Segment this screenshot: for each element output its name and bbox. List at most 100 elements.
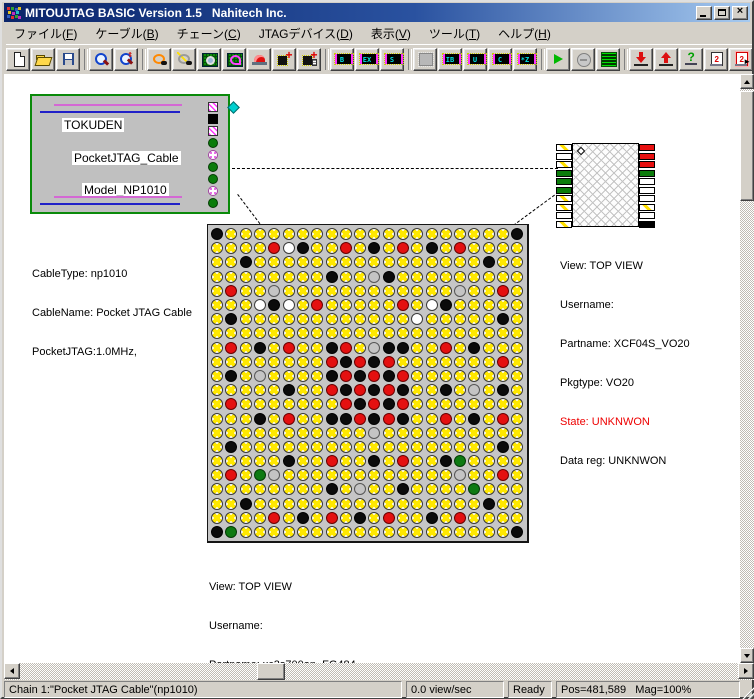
bga-ball-r17c9[interactable] <box>326 455 338 467</box>
bga-ball-r3c11[interactable] <box>354 256 366 268</box>
bga-ball-r21c12[interactable] <box>368 512 380 524</box>
bga-ball-r13c10[interactable] <box>340 398 352 410</box>
bga-ball-r8c20[interactable] <box>483 327 495 339</box>
bga-ball-r9c14[interactable] <box>397 342 409 354</box>
bga-ball-r10c6[interactable] <box>283 356 295 368</box>
bga-ball-r2c15[interactable] <box>411 242 423 254</box>
bga-ball-r18c1[interactable] <box>211 469 223 481</box>
bga-ball-r3c13[interactable] <box>383 256 395 268</box>
device1-right-pin-6[interactable] <box>639 187 655 194</box>
bga-ball-r22c4[interactable] <box>254 526 266 538</box>
bga-ball-r19c9[interactable] <box>326 483 338 495</box>
bga-ball-r2c18[interactable] <box>454 242 466 254</box>
bga-ball-r2c20[interactable] <box>483 242 495 254</box>
bga-ball-r7c1[interactable] <box>211 313 223 325</box>
bga-ball-r4c22[interactable] <box>511 271 523 283</box>
bga-ball-r21c18[interactable] <box>454 512 466 524</box>
bga-ball-r17c2[interactable] <box>225 455 237 467</box>
bga-ball-r16c21[interactable] <box>497 441 509 453</box>
menu-item-3[interactable]: JTAGデバイス(D) <box>250 23 362 44</box>
bga-ball-r6c7[interactable] <box>297 299 309 311</box>
bga-ball-r19c3[interactable] <box>240 483 252 495</box>
bga-ball-r16c10[interactable] <box>340 441 352 453</box>
bga-ball-r11c10[interactable] <box>340 370 352 382</box>
bga-ball-r3c16[interactable] <box>426 256 438 268</box>
bga-ball-r7c14[interactable] <box>397 313 409 325</box>
bga-ball-r10c3[interactable] <box>240 356 252 368</box>
bga-ball-r7c7[interactable] <box>297 313 309 325</box>
bga-ball-r1c3[interactable] <box>240 228 252 240</box>
bga-ball-r21c14[interactable] <box>397 512 409 524</box>
bga-ball-r3c14[interactable] <box>397 256 409 268</box>
bga-ball-r4c21[interactable] <box>497 271 509 283</box>
device1-left-pin-1[interactable] <box>556 144 572 151</box>
bga-ball-r22c17[interactable] <box>440 526 452 538</box>
bga-ball-r4c19[interactable] <box>468 271 480 283</box>
zoom-pan-button[interactable]: ↕ <box>114 48 138 71</box>
bga-ball-r15c7[interactable] <box>297 427 309 439</box>
cable-pin-6[interactable] <box>208 162 218 172</box>
bga-ball-r17c6[interactable] <box>283 455 295 467</box>
bga-ball-r10c11[interactable] <box>354 356 366 368</box>
bga-ball-r20c6[interactable] <box>283 498 295 510</box>
bga-ball-r16c19[interactable] <box>468 441 480 453</box>
bga-ball-r17c21[interactable] <box>497 455 509 467</box>
bga-ball-r9c13[interactable] <box>383 342 395 354</box>
bga-ball-r22c8[interactable] <box>311 526 323 538</box>
bga-ball-r5c12[interactable] <box>368 285 380 297</box>
device1-left-pin-5[interactable] <box>556 178 572 185</box>
chip-hz-button[interactable]: *Z <box>513 48 537 71</box>
cable-pin-4[interactable] <box>208 138 218 148</box>
bga-ball-r12c6[interactable] <box>283 384 295 396</box>
add-device-button[interactable] <box>272 48 296 71</box>
bga-ball-r12c19[interactable] <box>468 384 480 396</box>
bga-ball-r15c16[interactable] <box>426 427 438 439</box>
bga-ball-r17c22[interactable] <box>511 455 523 467</box>
bga-ball-r19c15[interactable] <box>411 483 423 495</box>
device-xcf04s[interactable] <box>556 143 654 229</box>
bga-ball-r2c8[interactable] <box>311 242 323 254</box>
bga-ball-r2c9[interactable] <box>326 242 338 254</box>
bga-ball-r11c7[interactable] <box>297 370 309 382</box>
chip-c-button[interactable]: C <box>488 48 512 71</box>
bga-ball-r6c22[interactable] <box>511 299 523 311</box>
bga-ball-r18c13[interactable] <box>383 469 395 481</box>
cable-pin-3[interactable] <box>208 126 218 136</box>
bga-ball-r20c11[interactable] <box>354 498 366 510</box>
bga-ball-r22c6[interactable] <box>283 526 295 538</box>
bga-ball-r6c6[interactable] <box>283 299 295 311</box>
bga-ball-r12c10[interactable] <box>340 384 352 396</box>
bga-ball-r8c8[interactable] <box>311 327 323 339</box>
bga-ball-r10c8[interactable] <box>311 356 323 368</box>
bga-ball-r13c11[interactable] <box>354 398 366 410</box>
bga-ball-r1c16[interactable] <box>426 228 438 240</box>
bga-ball-r17c8[interactable] <box>311 455 323 467</box>
bga-ball-r21c15[interactable] <box>411 512 423 524</box>
bga-ball-r10c2[interactable] <box>225 356 237 368</box>
bga-ball-r8c9[interactable] <box>326 327 338 339</box>
bga-ball-r7c18[interactable] <box>454 313 466 325</box>
bga-ball-r16c16[interactable] <box>426 441 438 453</box>
cable-device-box[interactable]: TOKUDEN PocketJTAG_Cable Model_NP1010 <box>30 94 230 214</box>
bga-ball-r15c15[interactable] <box>411 427 423 439</box>
bga-ball-r6c8[interactable] <box>311 299 323 311</box>
bga-ball-r1c10[interactable] <box>340 228 352 240</box>
bga-ball-r3c22[interactable] <box>511 256 523 268</box>
bga-ball-r17c11[interactable] <box>354 455 366 467</box>
close-button[interactable]: × <box>732 6 748 20</box>
bga-ball-r4c7[interactable] <box>297 271 309 283</box>
bga-ball-r17c5[interactable] <box>268 455 280 467</box>
open-file-button[interactable] <box>31 48 55 71</box>
bga-ball-r19c4[interactable] <box>254 483 266 495</box>
chip-b-button[interactable]: B <box>330 48 354 71</box>
bga-ball-r7c6[interactable] <box>283 313 295 325</box>
menu-item-2[interactable]: チェーン(C) <box>168 23 250 44</box>
bga-ball-r2c14[interactable] <box>397 242 409 254</box>
bga-ball-r13c9[interactable] <box>326 398 338 410</box>
bga-ball-r5c19[interactable] <box>468 285 480 297</box>
bga-ball-r4c20[interactable] <box>483 271 495 283</box>
bga-ball-r11c12[interactable] <box>368 370 380 382</box>
bga-ball-r22c19[interactable] <box>468 526 480 538</box>
bga-ball-r5c2[interactable] <box>225 285 237 297</box>
bga-ball-r20c14[interactable] <box>397 498 409 510</box>
